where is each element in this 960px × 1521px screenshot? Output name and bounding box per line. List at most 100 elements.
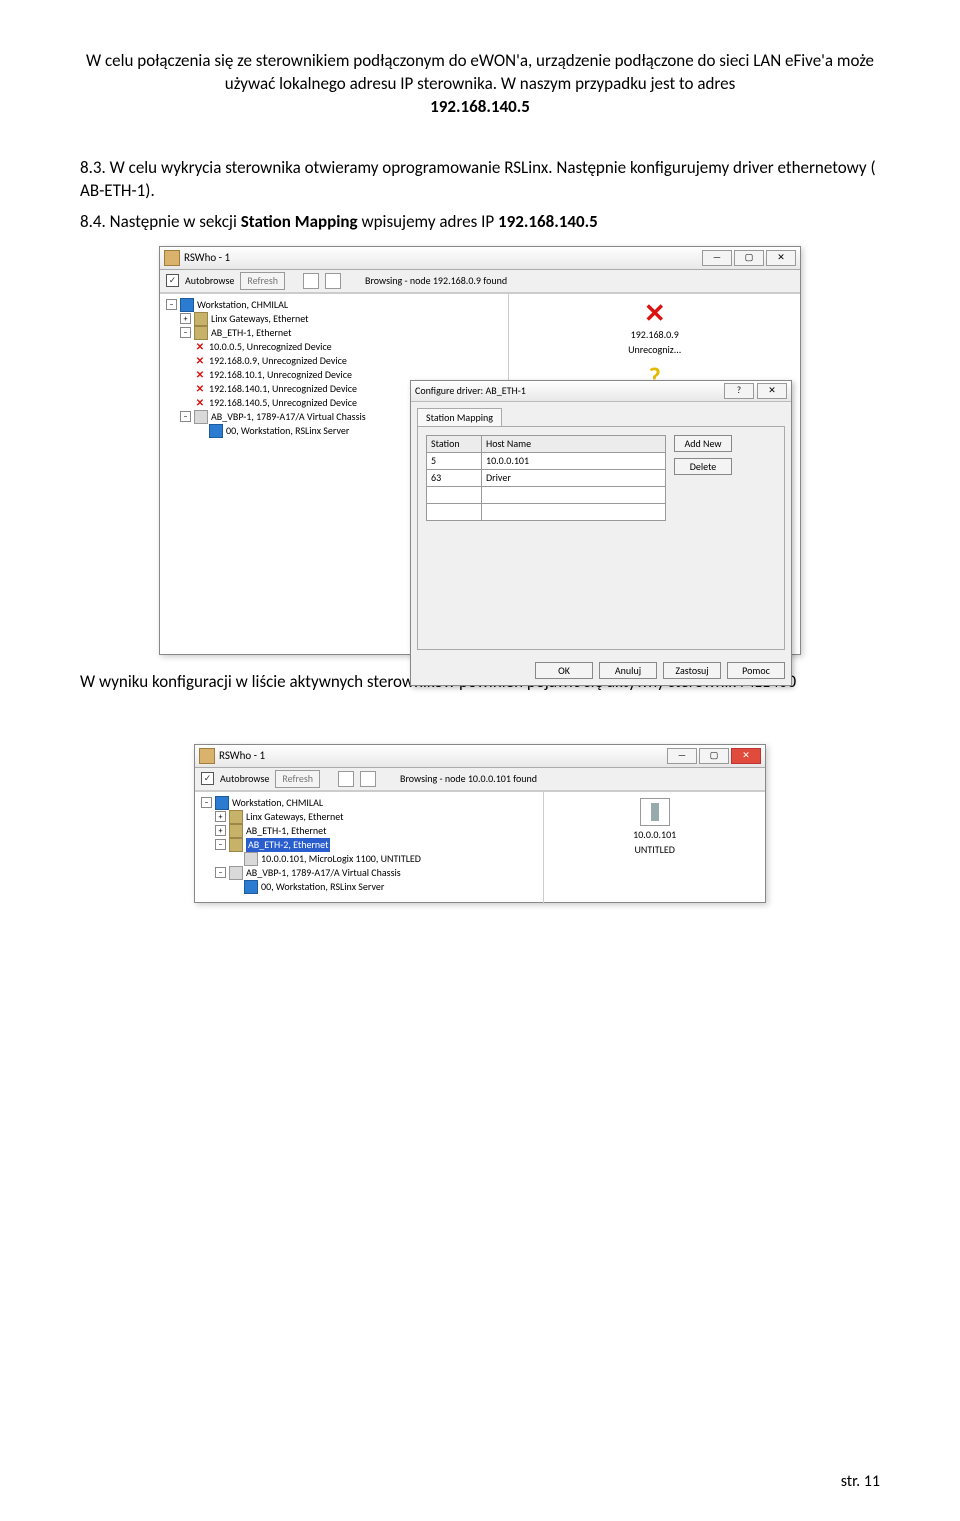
- workstation-icon: [180, 298, 194, 312]
- preview-ip: 10.0.0.101: [633, 828, 676, 841]
- minimize-button[interactable]: —: [702, 250, 732, 266]
- chassis-icon: [194, 410, 208, 424]
- configure-driver-dialog[interactable]: Configure driver: AB_ETH-1 ? ✕ Station M…: [410, 380, 792, 686]
- preview-ip: 192.168.0.9: [631, 328, 679, 341]
- tree-abvbp[interactable]: AB_VBP-1, 1789-A17/A Virtual Chassis: [211, 410, 366, 424]
- ethernet-icon: [229, 838, 243, 852]
- station-mapping-table[interactable]: Station Host Name 5 10.0.0.101 63 Driver: [426, 435, 666, 521]
- autobrowse-checkbox[interactable]: ✓: [201, 772, 214, 785]
- toolbar-icon-1[interactable]: [303, 273, 319, 289]
- titlebar[interactable]: RSWho - 1 — ▢ ✕: [160, 247, 800, 270]
- window-title: RSWho - 1: [219, 749, 265, 762]
- cancel-button[interactable]: Anuluj: [599, 662, 657, 679]
- col-hostname: Host Name: [482, 435, 666, 452]
- cell-station[interactable]: 63: [427, 469, 482, 486]
- expander-icon[interactable]: +: [215, 825, 226, 836]
- preview-pane: 10.0.0.101 UNTITLED: [544, 792, 765, 902]
- expander-icon[interactable]: −: [215, 867, 226, 878]
- tree-device[interactable]: 192.168.0.9, Unrecognized Device: [209, 354, 347, 368]
- expander-icon[interactable]: −: [201, 797, 212, 808]
- error-x-icon: ✕: [194, 340, 206, 354]
- ethernet-icon: [229, 824, 243, 838]
- cell-hostname[interactable]: Driver: [482, 469, 666, 486]
- error-x-icon: ✕: [194, 396, 206, 410]
- gateway-icon: [229, 810, 243, 824]
- maximize-button[interactable]: ▢: [734, 250, 764, 266]
- tree-root[interactable]: Workstation, CHMILAL: [232, 796, 323, 810]
- help-button[interactable]: Pomoc: [727, 662, 785, 679]
- tree-device[interactable]: 10.0.0.101, MicroLogix 1100, UNTITLED: [261, 852, 421, 866]
- rswho-window-1: RSWho - 1 — ▢ ✕ ✓ Autobrowse Refresh Bro…: [159, 246, 801, 655]
- chassis-icon: [229, 866, 243, 880]
- workstation-icon: [209, 424, 223, 438]
- error-x-icon: ✕: [194, 382, 206, 396]
- tree-device[interactable]: 192.168.10.1, Unrecognized Device: [209, 368, 352, 382]
- tree-root[interactable]: Workstation, CHMILAL: [197, 298, 288, 312]
- maximize-button[interactable]: ▢: [699, 748, 729, 764]
- tree-abeth[interactable]: AB_ETH-1, Ethernet: [211, 326, 291, 340]
- toolbar-icon-2[interactable]: [360, 771, 376, 787]
- tree-abeth1[interactable]: AB_ETH-1, Ethernet: [246, 824, 326, 838]
- refresh-button[interactable]: Refresh: [240, 272, 285, 290]
- tree-device[interactable]: 192.168.140.1, Unrecognized Device: [209, 382, 357, 396]
- tree-abvbp[interactable]: AB_VBP-1, 1789-A17/A Virtual Chassis: [246, 866, 401, 880]
- tree-device[interactable]: 10.0.0.5, Unrecognized Device: [209, 340, 332, 354]
- expander-icon[interactable]: −: [215, 839, 226, 850]
- device-icon: [244, 852, 258, 866]
- rswho-window-2: RSWho - 1 — ▢ ✕ ✓ Autobrowse Refresh Bro…: [194, 744, 766, 903]
- error-x-icon: ✕: [644, 300, 666, 326]
- titlebar[interactable]: RSWho - 1 — ▢ ✕: [195, 745, 765, 768]
- toolbar-icon-1[interactable]: [338, 771, 354, 787]
- refresh-button[interactable]: Refresh: [275, 770, 320, 788]
- intro-paragraph: W celu połączenia się ze sterownikiem po…: [80, 50, 880, 119]
- ok-button[interactable]: OK: [535, 662, 593, 679]
- autobrowse-label: Autobrowse: [220, 772, 269, 785]
- toolbar: ✓ Autobrowse Refresh Browsing - node 192…: [160, 270, 800, 293]
- minimize-button[interactable]: —: [667, 748, 697, 764]
- close-button[interactable]: ✕: [731, 748, 761, 764]
- tree-device[interactable]: 192.168.140.5, Unrecognized Device: [209, 396, 357, 410]
- tree-abeth2-selected[interactable]: AB_ETH-2, Ethernet: [246, 838, 330, 852]
- window-title: RSWho - 1: [184, 251, 230, 264]
- expander-icon[interactable]: −: [180, 327, 191, 338]
- apply-button[interactable]: Zastosuj: [663, 662, 721, 679]
- tree-pane[interactable]: − Workstation, CHMILAL + Linx Gateways, …: [195, 792, 544, 904]
- expander-icon[interactable]: +: [215, 811, 226, 822]
- browsing-status: Browsing - node 192.168.0.9 found: [365, 274, 507, 287]
- col-station: Station: [427, 435, 482, 452]
- browsing-status: Browsing - node 10.0.0.101 found: [400, 772, 537, 785]
- expander-icon[interactable]: −: [180, 411, 191, 422]
- step-8-4: 8.4. Następnie w sekcji Station Mapping …: [80, 211, 880, 234]
- expander-icon[interactable]: −: [166, 299, 177, 310]
- autobrowse-checkbox[interactable]: ✓: [166, 274, 179, 287]
- station-mapping-tab[interactable]: Station Mapping: [417, 408, 502, 426]
- tree-linx[interactable]: Linx Gateways, Ethernet: [211, 312, 309, 326]
- error-x-icon: ✕: [194, 354, 206, 368]
- error-x-icon: ✕: [194, 368, 206, 382]
- add-new-button[interactable]: Add New: [674, 435, 732, 452]
- ip-address: 192.168.140.5: [430, 96, 530, 117]
- toolbar-icon-2[interactable]: [325, 273, 341, 289]
- gateway-icon: [194, 312, 208, 326]
- cell-hostname[interactable]: 10.0.0.101: [482, 452, 666, 469]
- tree-ws00[interactable]: 00, Workstation, RSLinx Server: [261, 880, 384, 894]
- device-preview-icon: [640, 798, 670, 826]
- step-8-3: 8.3. W celu wykrycia sterownika otwieram…: [80, 157, 880, 203]
- delete-button[interactable]: Delete: [674, 458, 732, 475]
- workstation-icon: [215, 796, 229, 810]
- tree-linx[interactable]: Linx Gateways, Ethernet: [246, 810, 344, 824]
- expander-icon[interactable]: +: [180, 313, 191, 324]
- dialog-close-button[interactable]: ✕: [757, 383, 787, 399]
- ethernet-icon: [194, 326, 208, 340]
- workstation-icon: [244, 880, 258, 894]
- cell-station[interactable]: 5: [427, 452, 482, 469]
- preview-label: UNTITLED: [634, 843, 674, 856]
- autobrowse-label: Autobrowse: [185, 274, 234, 287]
- tree-ws00[interactable]: 00, Workstation, RSLinx Server: [226, 424, 349, 438]
- preview-label: Unrecogniz...: [628, 343, 681, 356]
- dialog-title: Configure driver: AB_ETH-1: [415, 384, 526, 397]
- close-button[interactable]: ✕: [766, 250, 796, 266]
- app-icon: [164, 250, 180, 266]
- toolbar: ✓ Autobrowse Refresh Browsing - node 10.…: [195, 768, 765, 791]
- dialog-help-button[interactable]: ?: [724, 383, 754, 399]
